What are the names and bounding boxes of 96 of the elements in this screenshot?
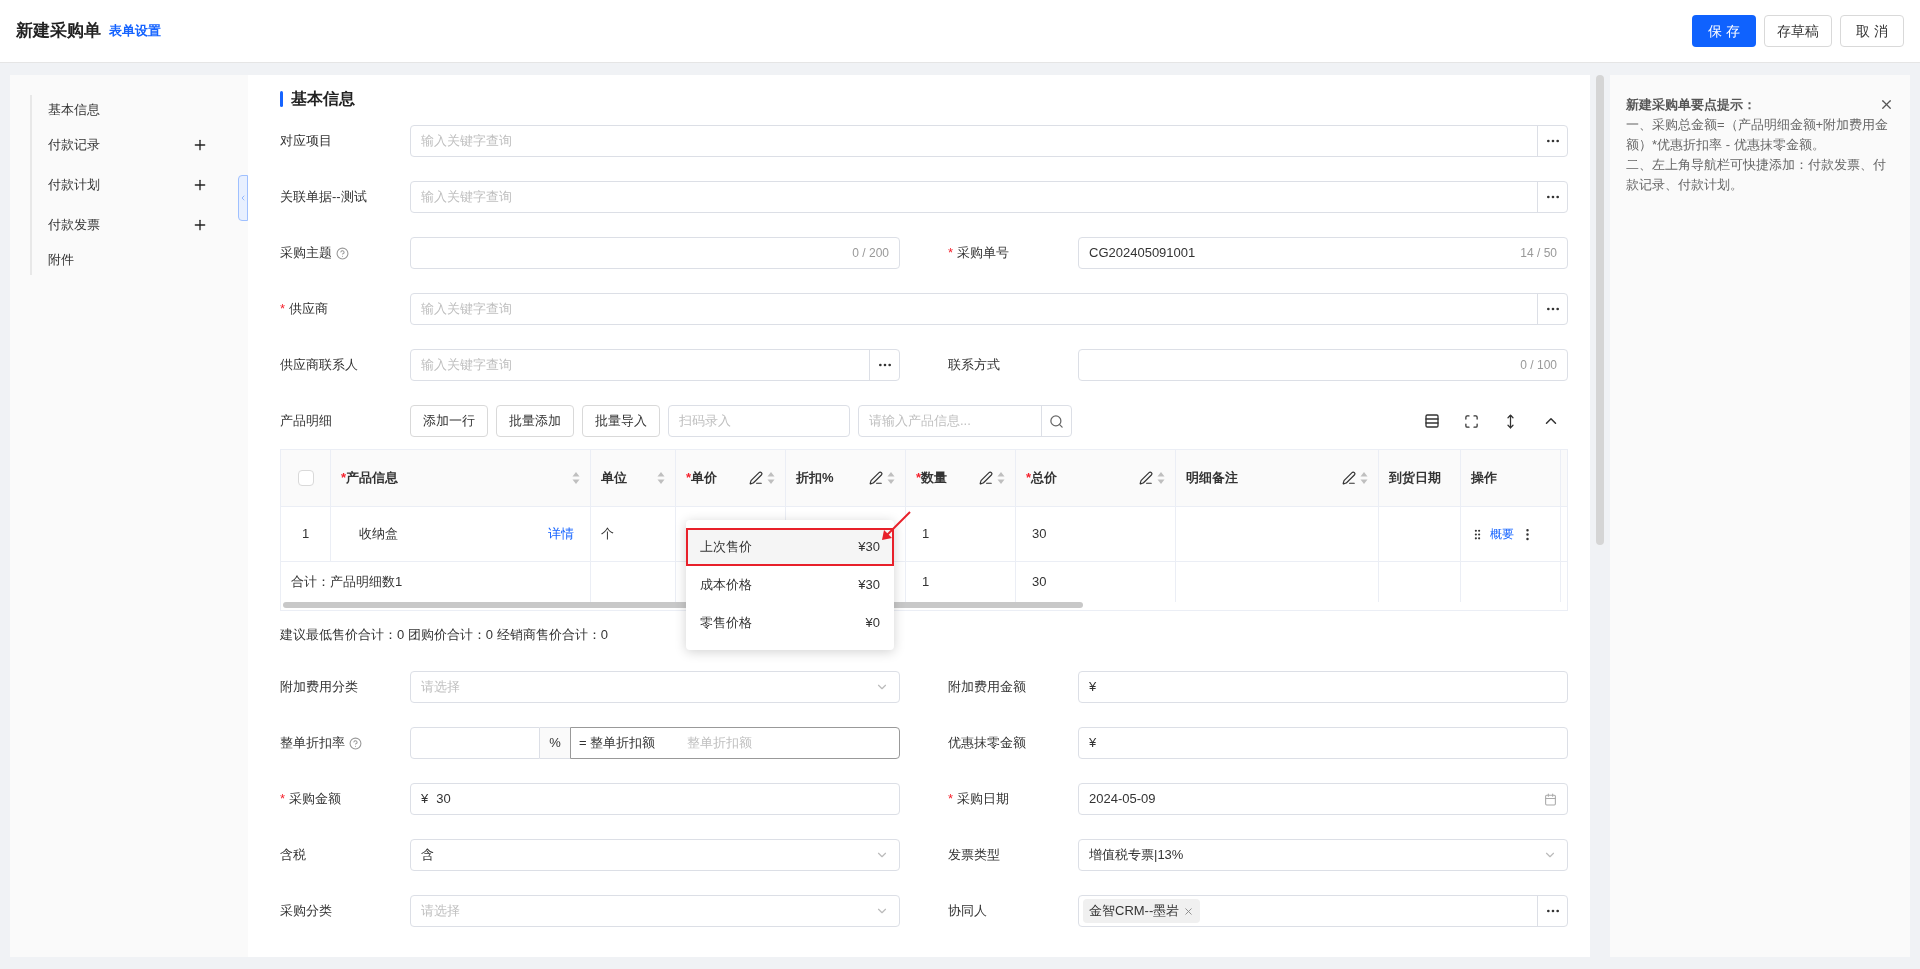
column-header: 明细备注 [1186,469,1239,488]
nav-item[interactable]: 基本信息 [32,95,232,125]
table-cell-text: 收纳盒 [359,525,398,544]
field-label: 产品明细 [280,412,333,431]
input-field[interactable]: ¥ [1078,727,1568,759]
toolbar-button[interactable]: 批量导入 [582,405,660,437]
input-field[interactable] [410,727,540,759]
tips-title: 新建采购单要点提示： [1626,96,1756,114]
date-field[interactable]: 2024-05-09 [1078,783,1568,815]
table-cell-text: 个 [601,525,614,544]
field-label: 优惠抹零金额 [948,734,1026,753]
column-header: 到货日期 [1389,469,1442,488]
column-header: *产品信息 [341,469,400,488]
column-header: 操作 [1471,469,1498,488]
field-label: 供应商 [289,300,329,319]
nav-item[interactable]: 付款记录 [32,125,232,165]
table-cell-text: 30 [1032,573,1047,592]
field-label: 发票类型 [948,846,1000,865]
page-title: 新建采购单 [16,20,101,43]
table-cell-text: 1 [922,573,930,592]
input-field[interactable]: CG202405091001 14 / 50 [1078,237,1568,269]
price-option[interactable]: 零售价格 ¥0 [686,604,894,642]
tip-text: 一、采购总金额=（产品明细金额+附加费用金额）*优惠折扣率 - 优惠抹零金额。 [1626,116,1890,154]
field-label: 协同人 [948,902,987,921]
vertical-scrollbar[interactable] [1596,75,1604,545]
price-summary: 建议最低售价合计：0 团购价合计：0 经销商售价合计：0 [280,626,608,645]
table-cell-text: 30 [1032,525,1047,544]
price-option[interactable]: 上次售价 ¥30 [686,528,894,566]
nav-item[interactable]: 附件 [32,245,232,275]
nav-item[interactable]: 付款发票 [32,205,232,245]
action-button[interactable]: 取 消 [1840,15,1904,47]
field-label: 采购单号 [957,244,1010,263]
tip-text: 二、左上角导航栏可快捷添加：付款发票、付款记录、付款计划。 [1626,156,1887,194]
table-cell-text: 1 [922,525,930,544]
rows-icon[interactable] [1424,413,1440,429]
price-option[interactable]: 成本价格 ¥30 [686,566,894,604]
character-counter: 0 / 200 [852,245,889,261]
field-label: 采购日期 [957,790,1010,809]
detail-link[interactable]: 详情 [548,524,574,544]
help-icon[interactable] [349,736,362,750]
input-field[interactable]: = 整单折扣额 整单折扣额 [570,727,900,759]
select-field[interactable]: 增值税专票|13% [1078,839,1568,871]
character-counter: 14 / 50 [1520,245,1557,261]
help-icon[interactable] [336,246,349,260]
edit-icon[interactable] [869,471,883,485]
total-label: 合计：产品明细数1 [291,573,403,592]
column-header: *总价 [1026,469,1059,488]
input-field[interactable]: ¥ [1078,671,1568,703]
field-label: 附加费用分类 [280,678,358,697]
toolbar-button[interactable]: 批量添加 [496,405,574,437]
tag-field[interactable]: 金智CRM--墨岩 [1078,895,1568,927]
column-header: *单价 [686,469,719,488]
form-settings-link[interactable]: 表单设置 [109,21,161,41]
field-label: 联系方式 [948,356,1000,375]
checkbox[interactable] [297,470,314,486]
plus-icon[interactable] [192,177,208,193]
required-mark: * [948,244,954,263]
required-mark: * [948,790,954,809]
character-counter: 0 / 100 [1520,357,1557,373]
summary-link[interactable]: 概要 [1490,526,1514,542]
column-header: *数量 [916,469,949,488]
column-header: 折扣% [796,469,835,488]
field-label: 供应商联系人 [280,356,358,375]
plus-icon[interactable] [192,217,208,233]
section-marker [280,91,283,107]
field-label: 对应项目 [280,132,332,151]
calendar-icon [1544,792,1557,806]
edit-icon[interactable] [1342,471,1356,485]
table-cell-text: 1 [301,525,310,544]
edit-icon[interactable] [979,471,993,485]
column-header: 单位 [601,469,628,488]
field-label: 整单折扣率 [280,734,345,753]
select-field[interactable]: 含 [410,839,900,871]
chevron-left-icon [239,193,247,203]
toolbar-button[interactable]: 添加一行 [410,405,488,437]
action-button[interactable]: 存草稿 [1764,15,1832,47]
section-title: 基本信息 [291,89,355,109]
tag: 金智CRM--墨岩 [1083,899,1201,923]
field-label: 采购分类 [280,902,332,921]
close-icon[interactable] [1879,97,1894,112]
input-field[interactable]: ¥ 30 [410,783,900,815]
plus-icon[interactable] [192,137,208,153]
percent-addon: % [540,727,570,759]
save-button[interactable]: 保 存 [1692,15,1756,47]
search-icon[interactable] [1049,413,1064,429]
required-mark: * [280,790,286,809]
field-label: 关联单据--测试 [280,188,367,207]
field-label: 附加费用金额 [948,678,1026,697]
field-label: 采购主题 [280,244,332,263]
edit-icon[interactable] [749,471,763,485]
fullscreen-icon[interactable] [1464,413,1479,429]
field-label: 含税 [280,846,306,865]
required-mark: * [280,300,286,319]
edit-icon[interactable] [1139,471,1153,485]
nav-item[interactable]: 付款计划 [32,165,232,205]
field-label: 采购金额 [289,790,342,809]
